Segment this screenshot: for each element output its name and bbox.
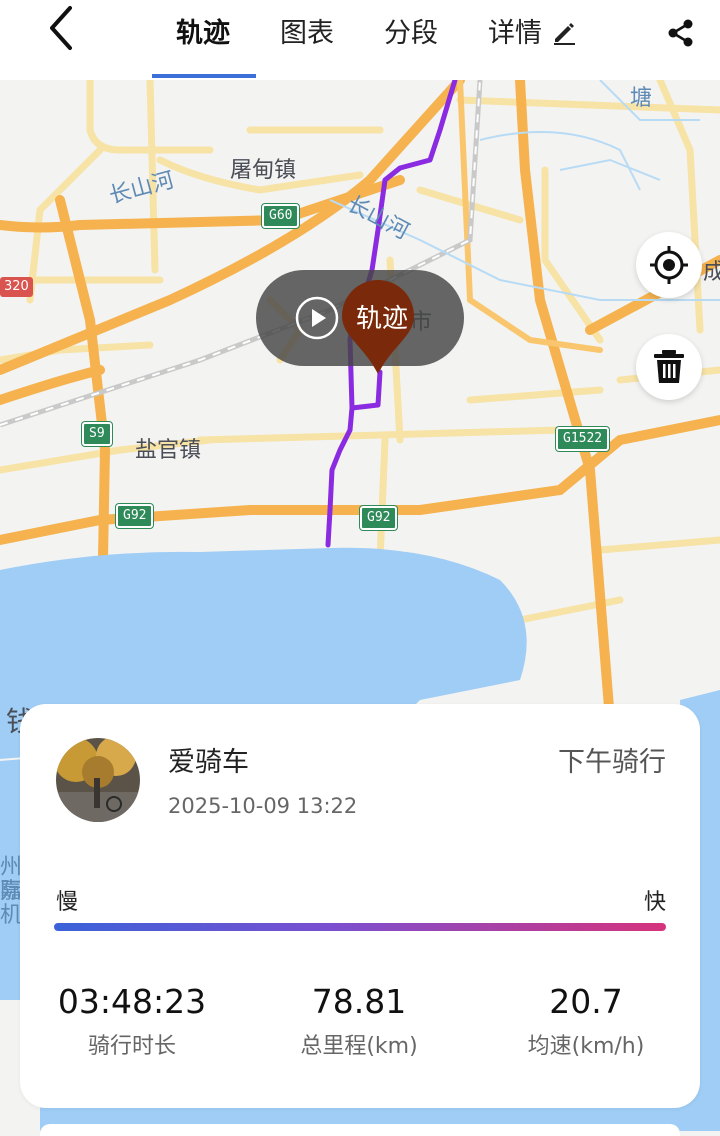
road-shield-g92-east: G92 xyxy=(360,506,398,530)
stat-duration-label: 骑行时长 xyxy=(87,1034,176,1059)
play-track-label: 轨迹 xyxy=(356,304,409,334)
tab-track[interactable]: 轨迹 xyxy=(176,14,230,54)
edge-label-cheng: 成 xyxy=(703,260,720,285)
trash-icon xyxy=(654,350,684,383)
road-shield-320: 320 xyxy=(0,277,33,297)
chevron-left-icon xyxy=(50,6,72,50)
top-bar: 轨迹 图表 分段 详情 xyxy=(0,0,720,80)
tab-details-label: 详情 xyxy=(488,18,542,49)
stat-distance-label: 总里程(km) xyxy=(300,1034,418,1059)
stat-avg-speed-value: 20.7 xyxy=(549,982,623,1021)
speed-legend-fast: 快 xyxy=(643,890,666,915)
ride-summary-card: 爱骑车 2025-10-09 13:22 下午骑行 慢 快 03:48:23 骑… xyxy=(20,704,700,1108)
place-label-tudian: 屠甸镇 xyxy=(230,158,297,183)
place-label-yanguan: 盐官镇 xyxy=(135,438,202,463)
road-shield-g60: G60 xyxy=(262,204,300,228)
back-button[interactable] xyxy=(40,4,88,52)
speed-gradient-bar xyxy=(54,923,666,931)
speed-legend-slow: 慢 xyxy=(56,890,79,915)
road-shield-s9: S9 xyxy=(82,422,112,446)
ride-type: 下午骑行 xyxy=(558,747,666,778)
play-icon xyxy=(295,296,339,340)
tab-chart[interactable]: 图表 xyxy=(280,14,334,54)
ride-datetime: 2025-10-09 13:22 xyxy=(168,794,358,818)
edge-label-tang: 塘 xyxy=(630,86,653,111)
stat-distance-value: 78.81 xyxy=(311,982,407,1021)
locate-button[interactable] xyxy=(636,232,702,298)
avatar-image xyxy=(56,738,140,822)
road-shield-g92-west: G92 xyxy=(116,504,154,528)
play-track-button[interactable]: 轨迹 xyxy=(256,270,464,374)
share-button[interactable] xyxy=(664,16,698,50)
avatar[interactable] xyxy=(56,738,140,822)
user-name: 爱骑车 xyxy=(168,747,249,778)
tab-details[interactable]: 详情 xyxy=(488,14,577,54)
stat-duration-value: 03:48:23 xyxy=(57,982,207,1021)
delete-button[interactable] xyxy=(636,334,702,400)
target-icon xyxy=(650,246,688,284)
road-shield-g1522: G1522 xyxy=(556,427,610,451)
next-card-edge xyxy=(40,1124,680,1136)
share-icon xyxy=(668,19,693,47)
stat-avg-speed-label: 均速(km/h) xyxy=(527,1034,645,1059)
edit-icon xyxy=(553,23,575,45)
active-tab-indicator xyxy=(152,74,256,78)
tab-segments[interactable]: 分段 xyxy=(384,14,438,54)
edge-label-airport: 际机 xyxy=(0,879,23,928)
